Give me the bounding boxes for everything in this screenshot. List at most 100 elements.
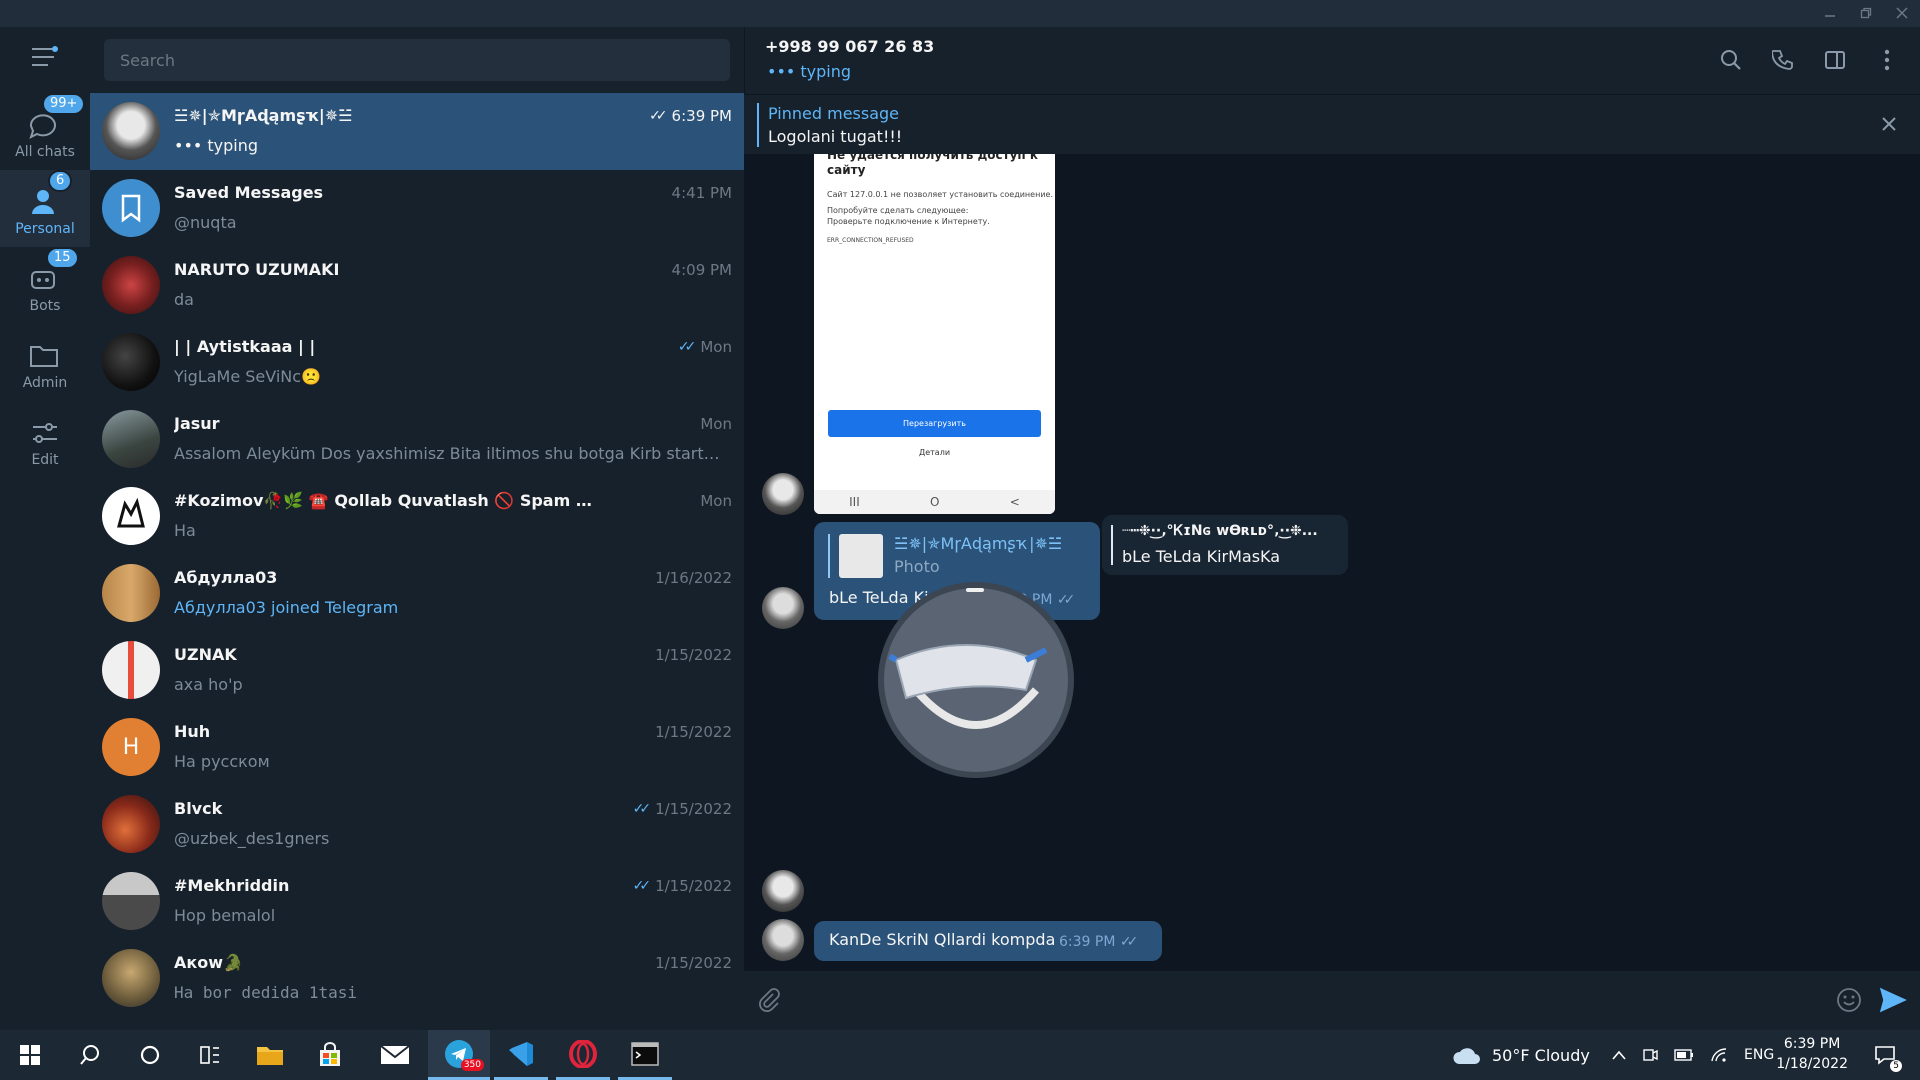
- chat-row[interactable]: Абдулла03 Абдулла03 joined Telegram 1/16…: [90, 555, 744, 632]
- notification-count: 5: [1890, 1060, 1902, 1072]
- folder-sidebar: 99+ All chats 6 Personal 15 Bots Admin E…: [0, 27, 90, 1030]
- terminal-icon[interactable]: [618, 1030, 672, 1080]
- notifications-icon[interactable]: 5: [1860, 1030, 1910, 1080]
- chat-preview: @uzbek_des1gners: [174, 829, 330, 848]
- reply-author: ┈┅❉·͜·‚°ᏦɪNɢ ᴡӨʀʟᴅ°‚·͜·❉...: [1122, 523, 1318, 539]
- window-controls: [1818, 2, 1914, 24]
- chat-row[interactable]: NARUTO UZUMAKI da 4:09 PM: [90, 247, 744, 324]
- photo-nav-item: <: [1009, 495, 1020, 509]
- chat-row[interactable]: UZNAK axa ho'p 1/15/2022: [90, 632, 744, 709]
- folder-badge: 15: [46, 247, 79, 269]
- conversation-header: +998 99 067 26 83 ••• typing: [744, 27, 1920, 94]
- avatar[interactable]: [762, 919, 804, 961]
- chat-preview: @nuqta: [174, 213, 237, 232]
- telegram-taskbar-icon[interactable]: 350: [428, 1030, 490, 1080]
- pinned-message-bar[interactable]: Pinned message Logolani tugat!!!: [744, 94, 1920, 154]
- chevron-up-icon[interactable]: [1612, 1050, 1626, 1060]
- folder-admin[interactable]: Admin: [0, 324, 90, 401]
- photo-text-line: ERR_CONNECTION_REFUSED: [827, 237, 914, 244]
- chat-name: | | Aytistkaaa | |: [174, 337, 316, 356]
- chat-time: 1/15/2022: [655, 723, 732, 741]
- chat-preview: Assalom Aleyküm Dos yaxshimisz Bita ilti…: [174, 444, 724, 463]
- photo-text-line: Проверьте подключение к Интернету.: [827, 217, 990, 226]
- clock[interactable]: 6:39 PM 1/18/2022: [1776, 1034, 1848, 1074]
- chat-name: ☱✵|✯MɼAɖąmʂҡ|✵☱: [174, 106, 353, 125]
- wifi-icon[interactable]: [1710, 1047, 1728, 1063]
- message-input[interactable]: [796, 981, 1796, 1017]
- cortana-icon[interactable]: [125, 1030, 175, 1080]
- photo-nav-bar: III O <: [814, 490, 1055, 514]
- restore-icon[interactable]: [1854, 2, 1878, 24]
- chat-row[interactable]: #Kozimov🥀🌿 ☎️ Qollab Quvatlash 🚫 Spam Bo…: [90, 478, 744, 555]
- cloud-icon: [1453, 1048, 1480, 1064]
- avatar: [102, 487, 160, 545]
- chat-name: Blvck: [174, 799, 223, 818]
- wolf-logo-icon: [117, 497, 145, 528]
- meet-now-icon[interactable]: [1642, 1047, 1658, 1063]
- chat-row[interactable]: | | Aytistkaaa | | YigLaMe SeViNc🙁 ✓✓ Mon: [90, 324, 744, 401]
- sticker[interactable]: [876, 580, 1076, 780]
- avatar-initial: H: [122, 734, 140, 760]
- chat-row[interactable]: ☱✵|✯MɼAɖąmʂҡ|✵☱ ••• typing ✓✓ 6:39 PM: [90, 93, 744, 170]
- contact-name[interactable]: +998 99 067 26 83: [765, 37, 934, 56]
- chat-row[interactable]: Jasur Assalom Aleyküm Dos yaxshimisz Bit…: [90, 401, 744, 478]
- battery-icon[interactable]: [1674, 1049, 1694, 1061]
- chat-time: 1/16/2022: [655, 569, 732, 587]
- system-tray: ENG: [1612, 1030, 1774, 1080]
- photo-reload-button: Перезагрузить: [828, 410, 1041, 437]
- opera-icon[interactable]: [556, 1030, 610, 1080]
- message-bubble-incoming[interactable]: ┈┅❉·͜·‚°ᏦɪNɢ ᴡӨʀʟᴅ°‚·͜·❉... bLe TeLda Ki…: [1102, 515, 1348, 575]
- search-box[interactable]: [104, 39, 730, 81]
- message-composer: [744, 971, 1920, 1030]
- chat-row[interactable]: Saved Messages @nuqta 4:41 PM: [90, 170, 744, 247]
- phone-icon[interactable]: [1770, 47, 1796, 73]
- message-time: 6:39 PM ✓✓: [1059, 934, 1139, 950]
- weather-widget[interactable]: 50°F Cloudy: [1452, 1030, 1590, 1080]
- task-view-icon[interactable]: [185, 1030, 235, 1080]
- message-bubble[interactable]: KanDe SkriN Qllardi kompda 6:39 PM ✓✓: [814, 921, 1162, 961]
- folder-all-chats[interactable]: 99+ All chats: [0, 93, 90, 170]
- folder-personal[interactable]: 6 Personal: [0, 170, 90, 247]
- file-explorer-icon[interactable]: [245, 1030, 295, 1080]
- double-check-icon: ✓✓: [677, 339, 697, 355]
- conversation-panel: Не удается получить доступ к сайту Сайт …: [744, 27, 1920, 1030]
- avatar: [102, 564, 160, 622]
- weather-text: 50°F Cloudy: [1492, 1045, 1590, 1065]
- sidebar-toggle-icon[interactable]: [1822, 47, 1848, 73]
- windows-start-icon[interactable]: [5, 1030, 55, 1080]
- taskbar-search-icon[interactable]: [65, 1030, 115, 1080]
- chat-list-panel: ☱✵|✯MɼAɖąmʂҡ|✵☱ ••• typing ✓✓6:39 PM Sav…: [90, 27, 744, 1030]
- reply-bar: [828, 534, 830, 578]
- vscode-icon[interactable]: [494, 1030, 548, 1080]
- chat-row[interactable]: #Mekhriddin Hop bemalol ✓✓ 1/15/2022: [90, 863, 744, 940]
- double-check-icon: ✓✓: [649, 108, 668, 124]
- close-icon[interactable]: [1878, 113, 1900, 135]
- folder-edit[interactable]: Edit: [0, 401, 90, 478]
- send-icon[interactable]: [1878, 985, 1908, 1015]
- chat-row[interactable]: Акоw🐊 Ha bor dedida 1tasi 1/15/2022: [90, 940, 744, 1017]
- search-icon[interactable]: [1718, 47, 1744, 73]
- paperclip-icon[interactable]: [754, 985, 784, 1015]
- avatar[interactable]: [762, 473, 804, 515]
- chat-name: UZNAK: [174, 645, 237, 664]
- double-check-icon: ✓✓: [632, 801, 652, 817]
- avatar[interactable]: [762, 587, 804, 629]
- store-icon[interactable]: [305, 1030, 355, 1080]
- chat-row[interactable]: Blvck @uzbek_des1gners ✓✓ 1/15/2022: [90, 786, 744, 863]
- main-menu-icon[interactable]: [32, 46, 58, 68]
- chat-preview: Hop bemalol: [174, 906, 276, 925]
- avatar[interactable]: [762, 870, 804, 912]
- folder-bots[interactable]: 15 Bots: [0, 247, 90, 324]
- chat-preview: ••• typing: [174, 136, 259, 155]
- minimize-icon[interactable]: [1818, 2, 1842, 24]
- more-options-icon[interactable]: [1874, 47, 1900, 73]
- chat-row[interactable]: H Huh На русском 1/15/2022: [90, 709, 744, 786]
- mail-icon[interactable]: [370, 1030, 420, 1080]
- emoji-icon[interactable]: [1834, 985, 1864, 1015]
- chat-preview: Ha bor dedida 1tasi: [174, 983, 358, 1002]
- chat-preview: На: [174, 521, 196, 540]
- photo-message[interactable]: Не удается получить доступ к сайту Сайт …: [814, 154, 1055, 514]
- search-input[interactable]: [120, 50, 714, 70]
- language-indicator[interactable]: ENG: [1744, 1047, 1774, 1063]
- close-window-icon[interactable]: [1890, 2, 1914, 24]
